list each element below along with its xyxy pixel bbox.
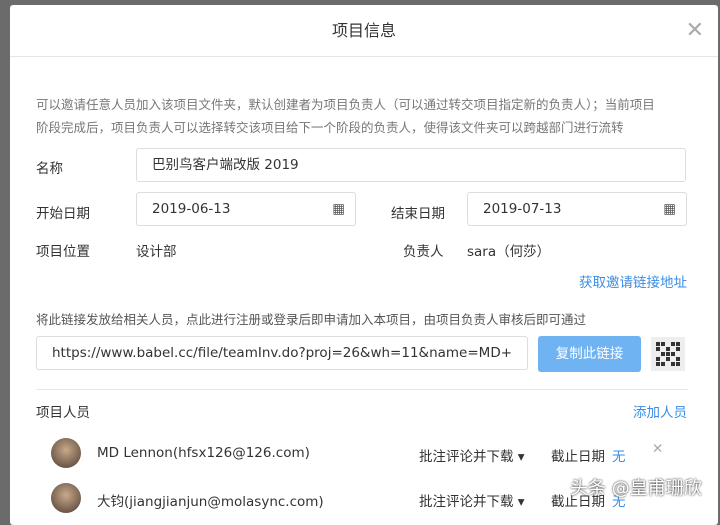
avatar [51, 438, 81, 468]
get-invite-link[interactable]: 获取邀请链接地址 [579, 271, 687, 291]
permission-dropdown[interactable]: 批注评论并下载 ▾ [419, 490, 525, 510]
close-icon[interactable]: ✕ [686, 5, 704, 57]
start-date-label: 开始日期 [36, 206, 90, 222]
owner-label: 负责人 [403, 244, 444, 260]
name-input[interactable]: 巴别鸟客户端改版 2019 [136, 148, 686, 182]
start-date-value: 2019-06-13 [152, 201, 231, 217]
description: 可以邀请任意人员加入该项目文件夹，默认创建者为项目负责人（可以通过转交项目指定新… [36, 97, 655, 135]
avatar [51, 483, 81, 513]
remove-member-icon[interactable]: ✕ [652, 441, 663, 457]
location-value: 设计部 [136, 244, 177, 260]
invite-url-input[interactable]: https://www.babel.cc/file/teamInv.do?pro… [36, 336, 528, 370]
location-label: 项目位置 [36, 244, 90, 260]
permission-value: 批注评论并下载 [419, 449, 514, 465]
dialog-title: 项目信息 [331, 21, 396, 40]
end-date-input[interactable]: 2019-07-13 ▦ [467, 192, 687, 226]
divider [36, 389, 688, 390]
name-label: 名称 [36, 161, 63, 177]
members-title: 项目人员 [36, 405, 90, 421]
deadline-value[interactable]: 无 [612, 445, 626, 465]
permission-dropdown[interactable]: 批注评论并下载 ▾ [419, 445, 525, 465]
calendar-icon[interactable]: ▦ [663, 193, 676, 225]
member-name: 大钧(jiangjianjun@molasync.com) [97, 494, 324, 510]
invite-hint: 将此链接发放给相关人员，点此进行注册或登录后即申请加入本项目，由项目负责人审核后… [36, 312, 587, 327]
dialog-header: 项目信息 ✕ [10, 5, 718, 57]
copy-link-button[interactable]: 复制此链接 [538, 336, 641, 372]
watermark: 头条 @皇甫珊欣 [570, 478, 702, 499]
member-name: MD Lennon(hfsx126@126.com) [97, 445, 310, 461]
calendar-icon[interactable]: ▦ [332, 193, 345, 225]
start-date-input[interactable]: 2019-06-13 ▦ [136, 192, 356, 226]
qr-code-icon[interactable] [651, 337, 685, 371]
deadline-label: 截止日期 [551, 449, 605, 465]
permission-value: 批注评论并下载 [419, 494, 514, 510]
project-info-dialog: 项目信息 ✕ 可以邀请任意人员加入该项目文件夹，默认创建者为项目负责人（可以通过… [10, 5, 718, 525]
end-date-value: 2019-07-13 [483, 201, 562, 217]
end-date-label: 结束日期 [391, 206, 445, 222]
add-member-link[interactable]: 添加人员 [633, 401, 687, 421]
owner-value: sara（何莎） [467, 244, 551, 260]
